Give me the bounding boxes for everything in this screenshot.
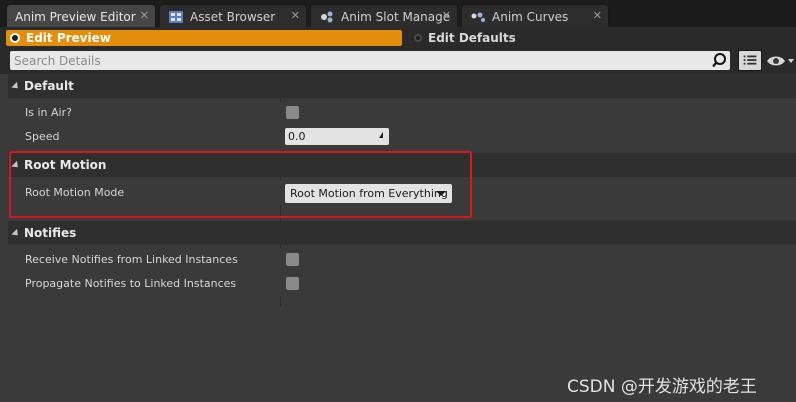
eye-icon[interactable] (766, 53, 796, 69)
details-property-grid: Default Is in Air? Speed 0.0 Root Motion… (8, 74, 796, 402)
editor-tab-bar: Anim Preview Editor ✕ Asset Browser ✕ An… (0, 0, 796, 29)
property-row-speed: Speed 0.0 (8, 125, 796, 149)
property-label: Speed (25, 130, 60, 143)
property-row-receive-notifies: Receive Notifies from Linked Instances (8, 248, 796, 272)
tab-label: Asset Browser (190, 9, 276, 24)
tab-anim-curves[interactable]: Anim Curves ✕ (461, 4, 609, 28)
propagate-notifies-checkbox[interactable] (286, 277, 299, 290)
details-search-row (0, 48, 796, 74)
property-label: Receive Notifies from Linked Instances (25, 253, 238, 266)
tab-label: Anim Curves (492, 9, 569, 24)
edit-preview-option[interactable]: Edit Preview (6, 30, 402, 46)
property-row-propagate-notifies: Propagate Notifies to Linked Instances (8, 272, 796, 296)
category-notifies[interactable]: Notifies (8, 221, 796, 245)
curves-icon (471, 12, 485, 22)
tab-anim-preview-editor[interactable]: Anim Preview Editor ✕ (6, 4, 156, 28)
drag-handle-icon (379, 132, 383, 138)
tab-label: Anim Preview Editor (15, 9, 136, 24)
annotation-highlight-box (9, 151, 472, 218)
radio-on-icon (10, 33, 20, 43)
speed-numeric-field[interactable]: 0.0 (285, 128, 389, 145)
search-box (10, 51, 730, 70)
expand-arrow-icon (11, 228, 21, 238)
close-icon[interactable]: ✕ (593, 9, 602, 22)
category-title: Notifies (24, 226, 77, 240)
receive-notifies-checkbox[interactable] (286, 253, 299, 266)
category-title: Default (24, 79, 74, 93)
watermark: CSDN @开发游戏的老王 (567, 377, 757, 397)
edit-defaults-option[interactable]: Edit Defaults (410, 30, 516, 46)
search-input[interactable] (14, 52, 704, 69)
property-row-is-in-air: Is in Air? (8, 101, 796, 125)
tab-label: Anim Slot Manage (341, 9, 451, 24)
property-matrix-button[interactable] (738, 50, 762, 71)
radio-off-icon (414, 34, 422, 42)
edit-defaults-label: Edit Defaults (428, 31, 516, 45)
slot-manager-icon (321, 11, 333, 22)
category-default[interactable]: Default (8, 74, 796, 98)
mode-selector: Edit Preview Edit Defaults (0, 28, 796, 48)
property-label: Propagate Notifies to Linked Instances (25, 277, 237, 290)
grid-list-icon (743, 55, 757, 65)
close-icon[interactable]: ✕ (140, 9, 149, 22)
close-icon[interactable]: ✕ (291, 9, 300, 22)
edit-preview-label: Edit Preview (26, 31, 111, 45)
property-label: Is in Air? (25, 106, 72, 119)
tab-anim-slot-manager[interactable]: Anim Slot Manage ✕ (310, 4, 458, 28)
speed-value: 0.0 (288, 130, 306, 143)
close-icon[interactable]: ✕ (442, 9, 451, 22)
is-in-air-checkbox[interactable] (286, 106, 299, 119)
search-icon[interactable] (711, 52, 728, 69)
tab-asset-browser[interactable]: Asset Browser ✕ (159, 4, 307, 28)
expand-arrow-icon (11, 81, 21, 91)
asset-browser-icon (169, 10, 183, 23)
